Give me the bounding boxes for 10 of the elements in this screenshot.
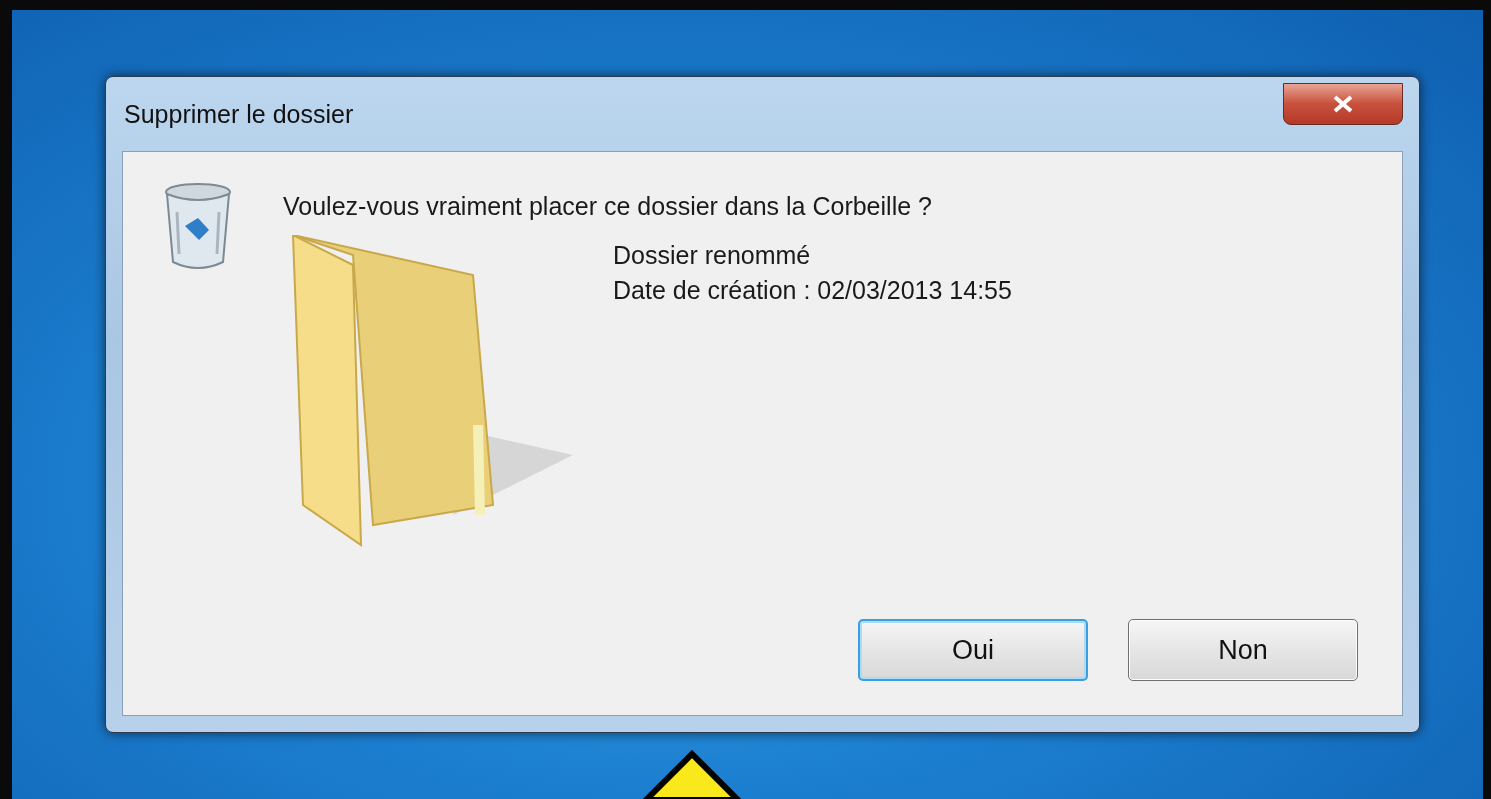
dialog-button[interactable]: Non xyxy=(1128,619,1358,681)
dialog-button[interactable]: Oui xyxy=(858,619,1088,681)
window-title: Supprimer le dossier xyxy=(123,99,354,129)
folder-name: Dossier renommé xyxy=(613,241,812,270)
close-button[interactable] xyxy=(1283,83,1403,125)
arrow-icon xyxy=(642,750,742,799)
creation-date: Date de création : 02/03/2013 14:55 xyxy=(613,276,1012,305)
recycle-bin-icon xyxy=(163,182,233,270)
confirm-message: Voulez-vous vraiment placer ce dossier dans la Corbeille ? xyxy=(283,192,933,221)
close-icon xyxy=(1332,95,1354,113)
